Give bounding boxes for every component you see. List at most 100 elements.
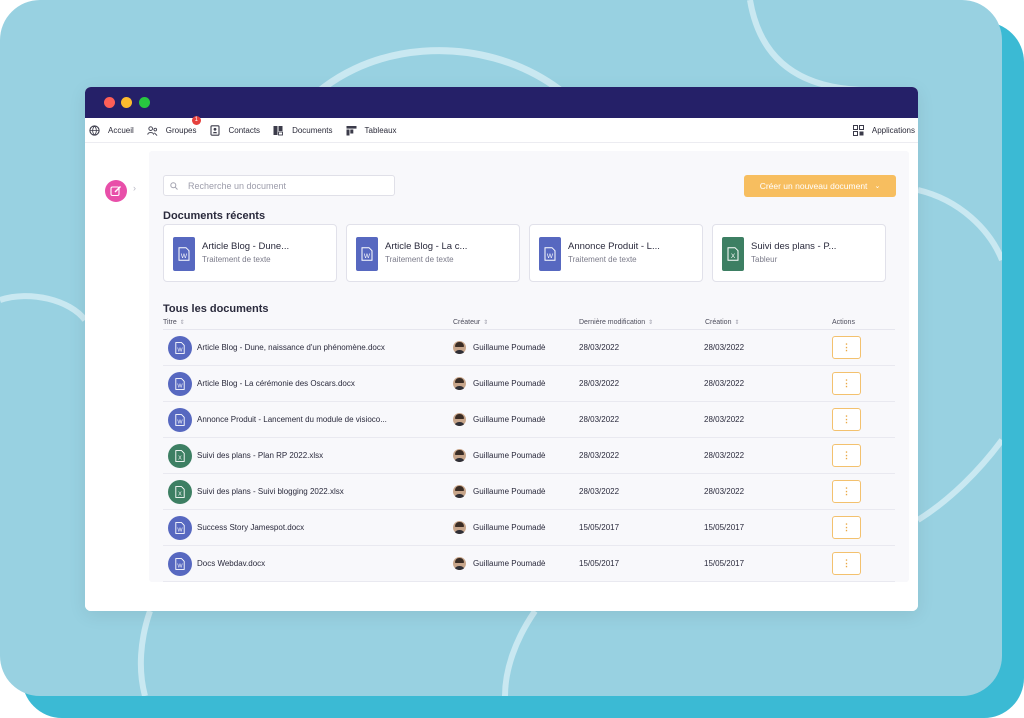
documents-icon bbox=[273, 125, 284, 136]
column-header-actions: Actions bbox=[832, 319, 855, 326]
nav-label-documents: Documents bbox=[292, 125, 333, 135]
more-actions-button[interactable]: ⋮ bbox=[832, 408, 861, 431]
document-creator: Guillaume Poumadè bbox=[473, 379, 546, 388]
nav-label-contacts: Contacts bbox=[228, 125, 261, 135]
more-actions-button[interactable]: ⋮ bbox=[832, 444, 861, 467]
word-file-icon: W bbox=[168, 372, 192, 396]
document-title[interactable]: Docs Webdav.docx bbox=[197, 559, 265, 568]
more-vertical-icon: ⋮ bbox=[842, 342, 851, 352]
documents-panel: Recherche un document Créer un nouveau d… bbox=[149, 151, 909, 582]
word-file-icon: W bbox=[168, 408, 192, 432]
table-row[interactable]: W Annonce Produit - Lancement du module d… bbox=[163, 402, 895, 438]
create-document-button[interactable]: Créer un nouveau document ⌄ bbox=[744, 175, 896, 197]
close-window-dot[interactable] bbox=[104, 97, 115, 108]
document-created-date: 28/03/2022 bbox=[704, 343, 745, 352]
more-actions-button[interactable]: ⋮ bbox=[832, 516, 861, 539]
column-header-creator[interactable]: Créateur ⇕ bbox=[453, 319, 488, 326]
document-title[interactable]: Suivi des plans - Plan RP 2022.xlsx bbox=[197, 451, 323, 460]
svg-text:W: W bbox=[177, 348, 183, 354]
document-title[interactable]: Success Story Jamespot.docx bbox=[197, 523, 304, 532]
recent-card-type: Traitement de texte bbox=[385, 255, 454, 264]
document-created-date: 15/05/2017 bbox=[704, 523, 745, 532]
sort-icon: ⇕ bbox=[179, 320, 185, 326]
maximize-window-dot[interactable] bbox=[139, 97, 150, 108]
nav-label-groupes: Groupes bbox=[165, 125, 197, 135]
word-file-icon: W bbox=[168, 552, 192, 576]
document-creator: Guillaume Poumadè bbox=[473, 487, 546, 496]
nav-item-tableaux[interactable]: Tableaux bbox=[346, 125, 397, 136]
more-actions-button[interactable]: ⋮ bbox=[832, 480, 861, 503]
svg-text:X: X bbox=[178, 492, 182, 498]
users-icon bbox=[147, 125, 158, 136]
svg-text:W: W bbox=[547, 253, 554, 260]
table-row[interactable]: W Docs Webdav.docx Guillaume Poumadè 15/05/… bbox=[163, 546, 895, 582]
document-created-date: 28/03/2022 bbox=[704, 415, 745, 424]
document-title[interactable]: Article Blog - Dune, naissance d'un phén… bbox=[197, 343, 385, 352]
table-row[interactable]: W Article Blog - Dune, naissance d'un phé… bbox=[163, 330, 895, 366]
table-row[interactable]: W Success Story Jamespot.docx Guillaume Po… bbox=[163, 510, 895, 546]
svg-text:X: X bbox=[178, 456, 182, 462]
document-title[interactable]: Suivi des plans - Suivi blogging 2022.xl… bbox=[197, 487, 344, 496]
document-creator: Guillaume Poumadè bbox=[473, 415, 546, 424]
spreadsheet-file-icon: X bbox=[722, 237, 744, 271]
document-created-date: 28/03/2022 bbox=[704, 487, 745, 496]
recent-card-title: Suivi des plans - P... bbox=[751, 241, 837, 252]
recent-document-card[interactable]: W Article Blog - La c... Traitement de tex… bbox=[346, 224, 520, 282]
column-creator-label: Créateur bbox=[453, 319, 481, 326]
recent-card-title: Article Blog - La c... bbox=[385, 241, 468, 252]
table-row[interactable]: X Suivi des plans - Suivi blogging 2022.x… bbox=[163, 474, 895, 510]
avatar bbox=[453, 449, 466, 462]
recent-card-title: Article Blog - Dune... bbox=[202, 241, 290, 252]
recent-document-card[interactable]: W Annonce Produit - L... Traitement de tex… bbox=[529, 224, 703, 282]
recent-card-type: Traitement de texte bbox=[568, 255, 637, 264]
recent-documents-title: Documents récents bbox=[163, 210, 266, 222]
nav-item-documents[interactable]: Documents bbox=[273, 125, 333, 136]
column-header-created[interactable]: Création ⇕ bbox=[705, 319, 740, 326]
recent-document-card[interactable]: W Article Blog - Dune... Traitement de tex… bbox=[163, 224, 337, 282]
nav-label-accueil: Accueil bbox=[108, 125, 134, 135]
more-actions-button[interactable]: ⋮ bbox=[832, 372, 861, 395]
column-header-title[interactable]: Titre ⇕ bbox=[163, 319, 185, 326]
more-vertical-icon: ⋮ bbox=[842, 486, 851, 496]
word-file-icon: W bbox=[356, 237, 378, 271]
avatar bbox=[453, 557, 466, 570]
document-created-date: 15/05/2017 bbox=[704, 559, 745, 568]
document-title[interactable]: Annonce Produit - Lancement du module de… bbox=[197, 415, 387, 424]
nav-item-applications[interactable]: Applications bbox=[852, 125, 915, 136]
board-icon bbox=[346, 125, 357, 136]
svg-text:W: W bbox=[181, 253, 188, 260]
document-modified-date: 28/03/2022 bbox=[579, 343, 620, 352]
nav-item-contacts[interactable]: Contacts bbox=[209, 124, 261, 136]
edit-icon bbox=[110, 186, 121, 197]
nav-label-applications: Applications bbox=[871, 126, 915, 135]
expand-chevron-icon[interactable]: › bbox=[133, 183, 136, 193]
notification-badge: 1 bbox=[191, 115, 201, 125]
app-window: Accueil Groupes 1 Contacts Documents Tab… bbox=[85, 87, 918, 611]
nav-item-groupes[interactable]: Groupes 1 bbox=[147, 115, 201, 136]
table-row[interactable]: X Suivi des plans - Plan RP 2022.xlsx Guil… bbox=[163, 438, 895, 474]
more-vertical-icon: ⋮ bbox=[842, 558, 851, 568]
recent-card-type: Traitement de texte bbox=[202, 255, 271, 264]
more-actions-button[interactable]: ⋮ bbox=[832, 336, 861, 359]
globe-icon bbox=[89, 124, 100, 136]
search-input[interactable]: Recherche un document bbox=[163, 175, 395, 196]
edit-button[interactable] bbox=[105, 180, 127, 202]
sort-icon: ⇕ bbox=[483, 320, 489, 326]
document-modified-date: 28/03/2022 bbox=[579, 451, 620, 460]
more-vertical-icon: ⋮ bbox=[842, 450, 851, 460]
column-header-modified[interactable]: Dernière modification ⇕ bbox=[579, 319, 653, 326]
recent-document-card[interactable]: X Suivi des plans - P... Tableur bbox=[712, 224, 886, 282]
recent-card-type: Tableur bbox=[751, 255, 778, 264]
svg-text:X: X bbox=[731, 253, 736, 260]
nav-item-accueil[interactable]: Accueil bbox=[89, 124, 134, 136]
nav-label-tableaux: Tableaux bbox=[364, 125, 397, 135]
table-row[interactable]: W Article Blog - La cérémonie des Oscars.… bbox=[163, 366, 895, 402]
document-creator: Guillaume Poumadè bbox=[473, 451, 546, 460]
document-created-date: 28/03/2022 bbox=[704, 451, 745, 460]
document-title[interactable]: Article Blog - La cérémonie des Oscars.d… bbox=[197, 379, 355, 388]
document-creator: Guillaume Poumadè bbox=[473, 559, 546, 568]
minimize-window-dot[interactable] bbox=[121, 97, 132, 108]
all-documents-title: Tous les documents bbox=[163, 303, 269, 315]
create-document-label: Créer un nouveau document bbox=[759, 181, 868, 191]
more-actions-button[interactable]: ⋮ bbox=[832, 552, 861, 575]
